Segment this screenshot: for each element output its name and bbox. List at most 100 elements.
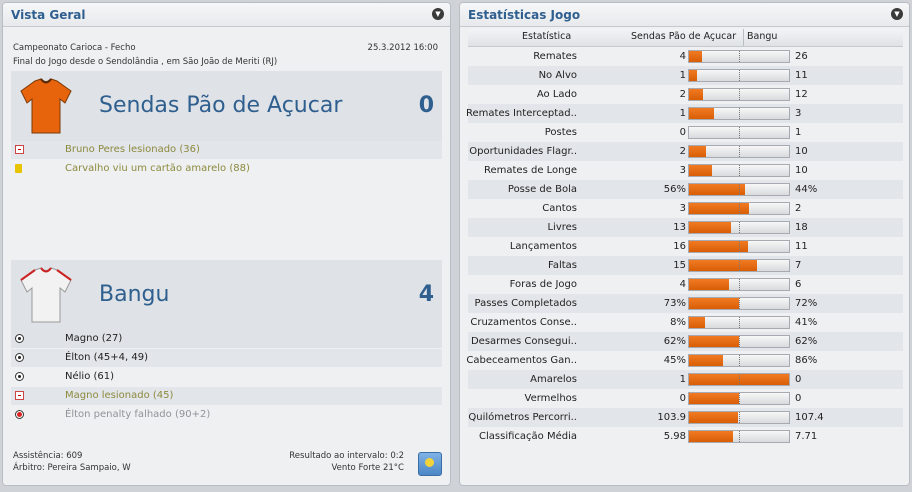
away-shirt-icon bbox=[20, 267, 72, 323]
stat-home-value: 0 bbox=[679, 393, 686, 404]
stat-row: No Alvo 1 11 bbox=[468, 66, 903, 85]
col-home-header[interactable]: Sendas Pão de Açucar bbox=[631, 31, 736, 42]
stat-bar-midline bbox=[739, 298, 740, 309]
stat-home-share-fill bbox=[689, 51, 702, 62]
stat-home-value: 15 bbox=[673, 260, 686, 271]
stat-bar-midline bbox=[739, 146, 740, 157]
stat-label: Remates Interceptad.. bbox=[466, 108, 577, 119]
stat-comparison-bar bbox=[688, 183, 790, 196]
stat-away-value: 41% bbox=[795, 317, 818, 328]
stat-away-value: 72% bbox=[795, 298, 818, 309]
stat-home-share-fill bbox=[689, 355, 723, 366]
stat-bar-midline bbox=[739, 51, 740, 62]
stat-away-value: 7 bbox=[795, 260, 802, 271]
stat-bar-midline bbox=[739, 184, 740, 195]
stat-bar-midline bbox=[739, 260, 740, 271]
stat-label: Posse de Bola bbox=[507, 184, 577, 195]
stat-bar-midline bbox=[739, 165, 740, 176]
stat-comparison-bar bbox=[688, 88, 790, 101]
stat-bar-midline bbox=[739, 127, 740, 138]
stat-label: Cantos bbox=[542, 203, 577, 214]
stat-comparison-bar bbox=[688, 392, 790, 405]
stat-home-share-fill bbox=[689, 70, 697, 81]
match-event-row: Nélio (61) bbox=[11, 368, 442, 386]
stat-home-value: 73% bbox=[663, 298, 686, 309]
stat-label: Livres bbox=[547, 222, 577, 233]
injury-icon bbox=[15, 391, 24, 400]
match-event-row: Élton penalty falhado (90+2) bbox=[11, 406, 442, 424]
stat-away-value: 11 bbox=[795, 70, 808, 81]
stat-home-value: 1 bbox=[679, 108, 686, 119]
stat-label: Vermelhos bbox=[524, 393, 578, 404]
stat-away-value: 10 bbox=[795, 146, 808, 157]
stat-row: Faltas 15 7 bbox=[468, 256, 903, 275]
stat-label: Ao Lado bbox=[536, 89, 577, 100]
stat-away-value: 0 bbox=[795, 393, 802, 404]
competition-name: Campeonato Carioca - Fecho bbox=[13, 43, 136, 53]
stat-home-value: 3 bbox=[679, 165, 686, 176]
stat-home-value: 0 bbox=[679, 127, 686, 138]
stats-title: Estatísticas Jogo bbox=[468, 8, 581, 22]
goal-icon bbox=[15, 353, 24, 362]
stat-away-value: 0 bbox=[795, 374, 802, 385]
goal-icon bbox=[15, 334, 24, 343]
stat-row: Cantos 3 2 bbox=[468, 199, 903, 218]
stat-home-value: 4 bbox=[679, 51, 686, 62]
stat-home-value: 45% bbox=[663, 355, 686, 366]
stat-bar-midline bbox=[739, 336, 740, 347]
stat-row: Postes 0 1 bbox=[468, 123, 903, 142]
stat-away-value: 10 bbox=[795, 165, 808, 176]
stat-comparison-bar bbox=[688, 221, 790, 234]
stat-comparison-bar bbox=[688, 126, 790, 139]
overview-panel: Vista Geral ▼ Campeonato Carioca - Fecho… bbox=[2, 2, 451, 486]
stat-bar-midline bbox=[739, 279, 740, 290]
home-team-score: 0 bbox=[418, 93, 434, 118]
stat-comparison-bar bbox=[688, 335, 790, 348]
stat-away-value: 62% bbox=[795, 336, 818, 347]
stat-away-value: 107.4 bbox=[795, 412, 824, 423]
stat-home-share-fill bbox=[689, 184, 745, 195]
stat-bar-midline bbox=[739, 412, 740, 423]
stat-comparison-bar bbox=[688, 69, 790, 82]
stat-home-value: 13 bbox=[673, 222, 686, 233]
stat-row: Classificação Média 5.98 7.71 bbox=[468, 427, 903, 446]
stat-home-share-fill bbox=[689, 431, 733, 442]
stat-label: Foras de Jogo bbox=[509, 279, 577, 290]
stat-home-share-fill bbox=[689, 393, 739, 404]
stat-row: Remates de Longe 3 10 bbox=[468, 161, 903, 180]
stat-label: Passes Completados bbox=[474, 298, 577, 309]
weather-text: Vento Forte 21°C bbox=[331, 463, 404, 473]
stat-home-share-fill bbox=[689, 108, 714, 119]
stat-comparison-bar bbox=[688, 259, 790, 272]
stat-bar-midline bbox=[739, 241, 740, 252]
stat-comparison-bar bbox=[688, 278, 790, 291]
home-team-name[interactable]: Sendas Pão de Açucar bbox=[99, 93, 342, 118]
penalty-miss-icon bbox=[15, 410, 24, 419]
stat-home-share-fill bbox=[689, 146, 706, 157]
match-stats-panel: Estatísticas Jogo ▼ Estatística Sendas P… bbox=[459, 2, 910, 486]
stat-bar-midline bbox=[739, 203, 740, 214]
stat-away-value: 1 bbox=[795, 127, 802, 138]
stat-away-value: 18 bbox=[795, 222, 808, 233]
stat-label: Quilómetros Percorri.. bbox=[468, 412, 577, 423]
stat-bar-midline bbox=[739, 108, 740, 119]
stat-home-share-fill bbox=[689, 298, 739, 309]
stat-label: Desarmes Consegui.. bbox=[470, 336, 577, 347]
stat-row: Vermelhos 0 0 bbox=[468, 389, 903, 408]
collapse-chevron-icon[interactable]: ▼ bbox=[891, 8, 903, 20]
stat-label: Amarelos bbox=[530, 374, 577, 385]
stat-row: Ao Lado 2 12 bbox=[468, 85, 903, 104]
stat-label: Remates de Longe bbox=[483, 165, 577, 176]
stat-row: Quilómetros Percorri.. 103.9 107.4 bbox=[468, 408, 903, 427]
stat-bar-midline bbox=[739, 222, 740, 233]
stat-home-share-fill bbox=[689, 336, 739, 347]
match-event-text: Magno lesionado (45) bbox=[65, 390, 174, 401]
stat-away-value: 86% bbox=[795, 355, 818, 366]
stat-home-value: 1 bbox=[679, 70, 686, 81]
col-away-header[interactable]: Bangu bbox=[743, 29, 777, 46]
col-stat-header[interactable]: Estatística bbox=[522, 31, 571, 42]
attendance: Assistência: 609 bbox=[13, 451, 83, 461]
stat-row: Lançamentos 16 11 bbox=[468, 237, 903, 256]
collapse-chevron-icon[interactable]: ▼ bbox=[432, 8, 444, 20]
away-team-name[interactable]: Bangu bbox=[99, 282, 169, 307]
